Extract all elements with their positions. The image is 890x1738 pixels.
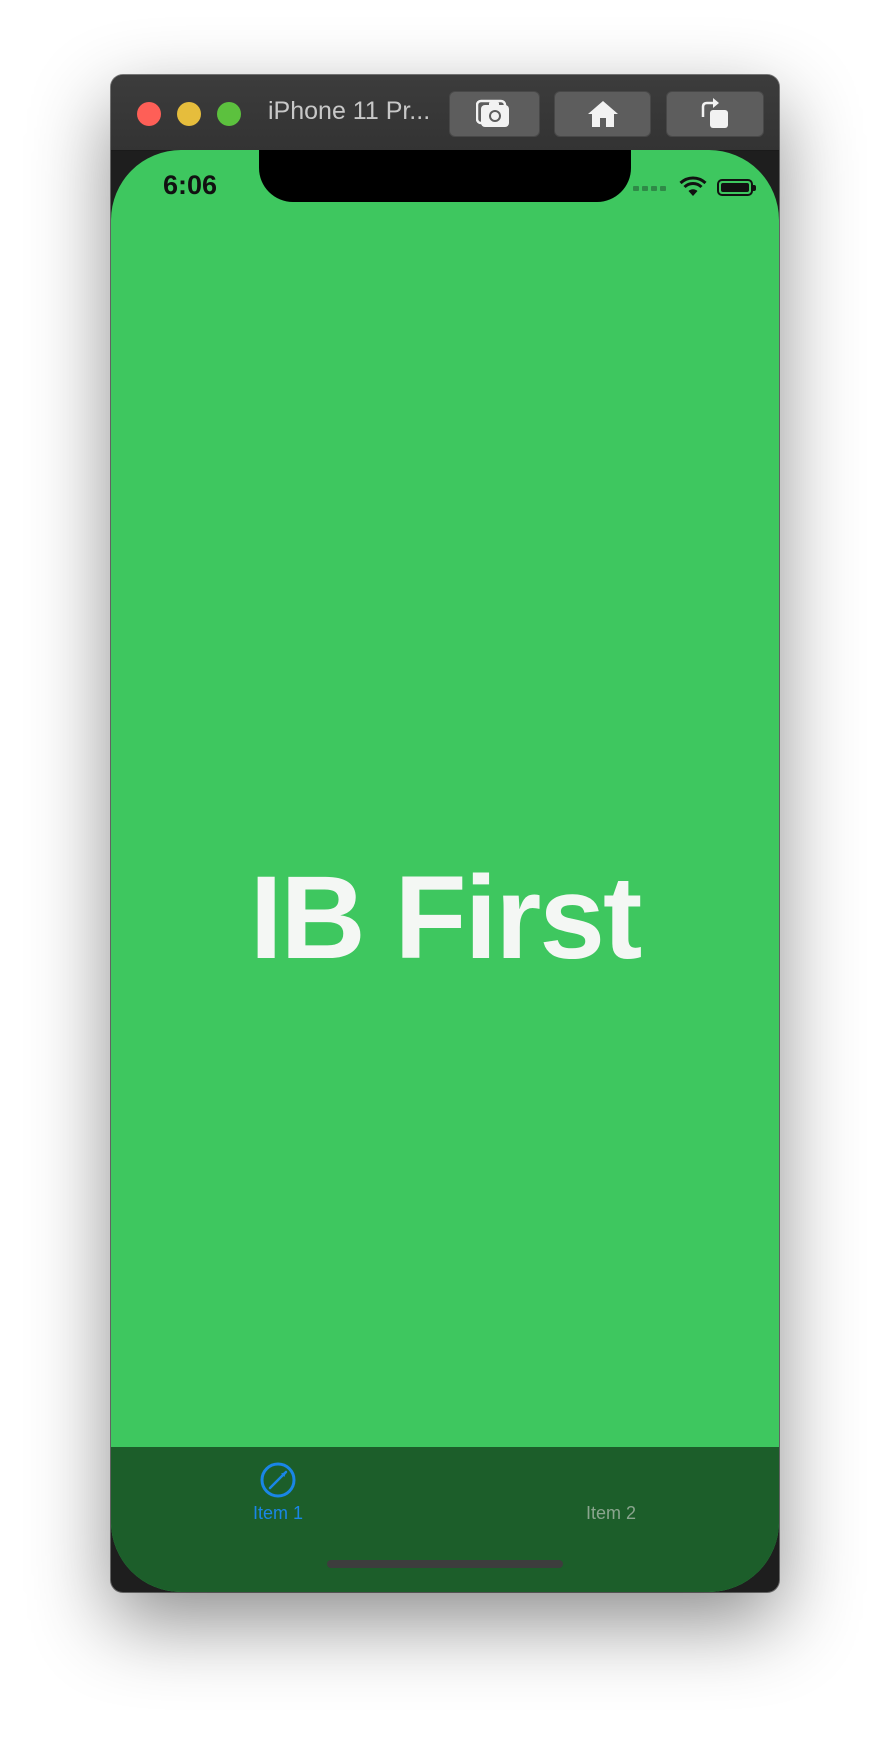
camera-icon — [475, 99, 509, 127]
close-window-button[interactable] — [137, 102, 161, 126]
tab-item-1-label: Item 1 — [252, 1503, 304, 1523]
rotate-icon — [701, 98, 728, 128]
tab-item-2-label: Item 2 — [585, 1503, 637, 1523]
battery-icon — [717, 178, 756, 196]
simulator-window: iPhone 11 Pr... 6:06 IB First Item 1 Ite… — [111, 75, 779, 1592]
rotate-button[interactable] — [666, 91, 764, 137]
status-indicators — [633, 174, 756, 200]
cellular-signal-icon — [633, 178, 669, 196]
wifi-icon — [679, 176, 707, 196]
home-button[interactable] — [554, 91, 651, 137]
screenshot-button[interactable] — [449, 91, 540, 137]
main-title-label: IB First — [249, 852, 643, 984]
tab-bar: Item 1 Item 2 — [111, 1447, 779, 1592]
tab-item-2[interactable]: Item 2 — [521, 1447, 701, 1547]
window-title: iPhone 11 Pr... — [268, 97, 431, 125]
compass-icon — [260, 1462, 296, 1498]
minimize-window-button[interactable] — [177, 102, 201, 126]
home-icon — [587, 101, 618, 127]
device-notch — [259, 150, 631, 202]
tab-item-1[interactable]: Item 1 — [188, 1447, 368, 1547]
home-indicator[interactable] — [327, 1560, 563, 1568]
title-bar: iPhone 11 Pr... — [111, 75, 779, 151]
device-screen: 6:06 IB First Item 1 Item 2 — [111, 150, 779, 1592]
maximize-window-button[interactable] — [217, 102, 241, 126]
status-time: 6:06 — [163, 170, 218, 200]
